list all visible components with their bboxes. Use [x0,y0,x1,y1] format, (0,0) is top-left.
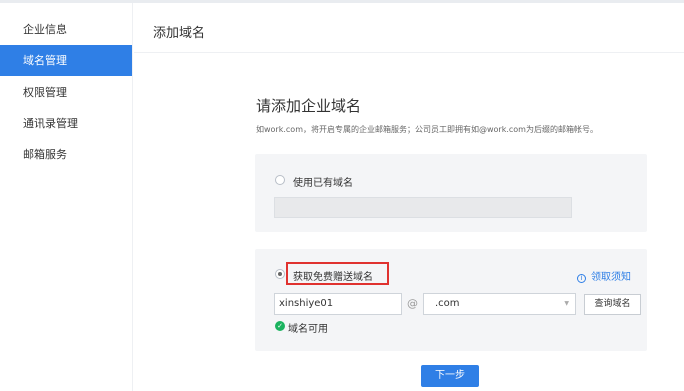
sidebar: 企业信息 域名管理 权限管理 通讯录管理 邮箱服务 [0,3,133,391]
sidebar-item-domain-management[interactable]: 域名管理 [0,45,132,76]
query-domain-button[interactable]: 查询域名 [584,294,641,315]
domain-status-text: 域名可用 [288,324,328,335]
notice-link-label: 领取须知 [591,272,631,283]
section-description: 如work.com，将开启专属的企业邮箱服务；公司员工即拥有如@work.com… [256,125,598,134]
sidebar-item-company-info[interactable]: 企业信息 [0,14,132,45]
domain-name-input[interactable]: xinshiye01 [274,293,402,315]
sidebar-item-permission-management[interactable]: 权限管理 [0,77,132,108]
free-domain-radio[interactable] [275,269,285,279]
at-symbol: @ [407,297,418,310]
notice-link[interactable]: i 领取须知 [577,268,631,283]
highlight-box [286,262,389,285]
domain-suffix-select[interactable]: .com ▼ [423,293,576,315]
existing-domain-input [274,197,572,218]
check-circle-icon: ✓ [275,321,285,331]
chevron-down-icon: ▼ [564,300,569,307]
sidebar-item-contacts-management[interactable]: 通讯录管理 [0,108,132,139]
domain-suffix-value: .com [435,298,460,309]
section-title: 请添加企业域名 [256,97,362,115]
next-step-button[interactable]: 下一步 [421,365,479,387]
existing-domain-label[interactable]: 使用已有域名 [293,174,353,189]
existing-domain-radio[interactable] [275,175,285,185]
info-circle-icon: i [577,274,586,283]
sidebar-item-mail-service[interactable]: 邮箱服务 [0,139,132,170]
existing-domain-panel: 使用已有域名 [255,154,647,232]
page-header: 添加域名 [134,3,684,53]
page-title: 添加域名 [153,26,206,41]
